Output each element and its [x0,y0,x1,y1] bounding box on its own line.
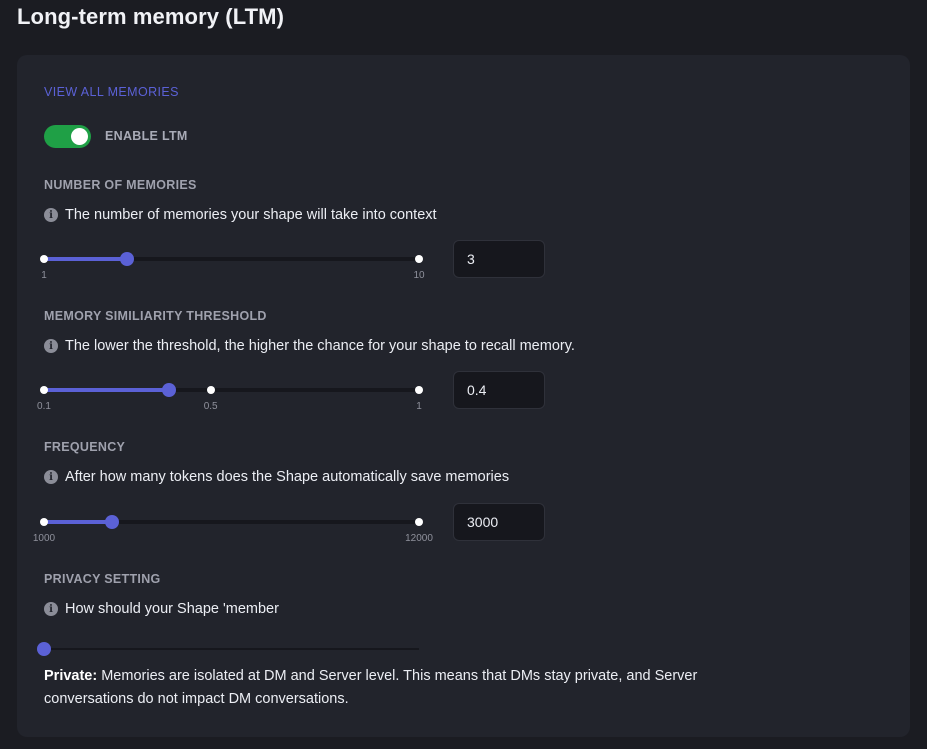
threshold-min-mark [40,386,48,394]
frequency-max-label: 12000 [405,533,433,544]
info-icon: i [44,470,58,484]
memories-slider[interactable]: 1 10 [40,252,425,281]
frequency-slider[interactable]: 1000 12000 [33,515,433,544]
threshold-mid-label: 0.5 [203,401,218,412]
threshold-min-label: 0.1 [37,401,51,412]
threshold-slider-fill [44,388,169,392]
frequency-input[interactable] [453,503,545,541]
frequency-slider-thumb[interactable] [105,515,120,529]
frequency-slider-fill [44,520,113,524]
threshold-slider-thumb[interactable] [162,383,176,397]
memories-max-label: 10 [413,270,425,281]
threshold-mid-mark [206,386,215,394]
threshold-slider[interactable]: 0.1 0.5 1 [37,383,423,412]
memories-input[interactable] [453,240,545,278]
frequency-min-label: 1000 [32,533,56,544]
ltm-settings-panel: VIEW ALL MEMORIES ENABLE LTM NUMBER OF M… [17,55,910,737]
threshold-section-title: MEMORY SIMILIARITY THRESHOLD [44,309,267,323]
info-icon: i [44,208,58,222]
privacy-description: i How should your Shape 'member [44,601,279,617]
privacy-section-title: PRIVACY SETTING [44,572,161,586]
enable-ltm-toggle[interactable] [44,125,91,148]
toggle-knob [71,128,88,145]
threshold-max-label: 1 [416,401,422,412]
privacy-mode-text: Private: Memories are isolated at DM and… [44,665,724,711]
threshold-description: i The lower the threshold, the higher th… [44,338,575,354]
frequency-max-mark [415,518,423,526]
privacy-slider-thumb[interactable] [37,642,51,656]
frequency-description-text: After how many tokens does the Shape aut… [65,469,510,485]
threshold-input[interactable] [453,371,545,409]
memories-description: i The number of memories your shape will… [44,207,437,223]
privacy-mode-description: Memories are isolated at DM and Server l… [44,668,698,707]
privacy-slider[interactable] [37,642,419,656]
memories-slider-fill [44,257,128,261]
view-all-memories-link[interactable]: VIEW ALL MEMORIES [44,85,179,99]
threshold-max-mark [415,386,423,394]
privacy-mode-label: Private: [44,668,98,684]
info-icon: i [44,339,58,353]
memories-description-text: The number of memories your shape will t… [65,207,437,223]
memories-slider-thumb[interactable] [120,252,135,266]
frequency-min-mark [40,518,48,526]
memories-min-mark [40,255,48,263]
page-title: Long-term memory (LTM) [17,4,285,29]
privacy-description-text: How should your Shape 'member [65,601,279,617]
frequency-section-title: FREQUENCY [44,440,126,454]
memories-max-mark [415,255,423,263]
memories-min-label: 1 [41,270,47,281]
memories-section-title: NUMBER OF MEMORIES [44,178,197,192]
info-icon: i [44,602,58,616]
frequency-description: i After how many tokens does the Shape a… [44,469,509,485]
threshold-description-text: The lower the threshold, the higher the … [65,338,575,354]
enable-ltm-label: ENABLE LTM [105,129,188,143]
